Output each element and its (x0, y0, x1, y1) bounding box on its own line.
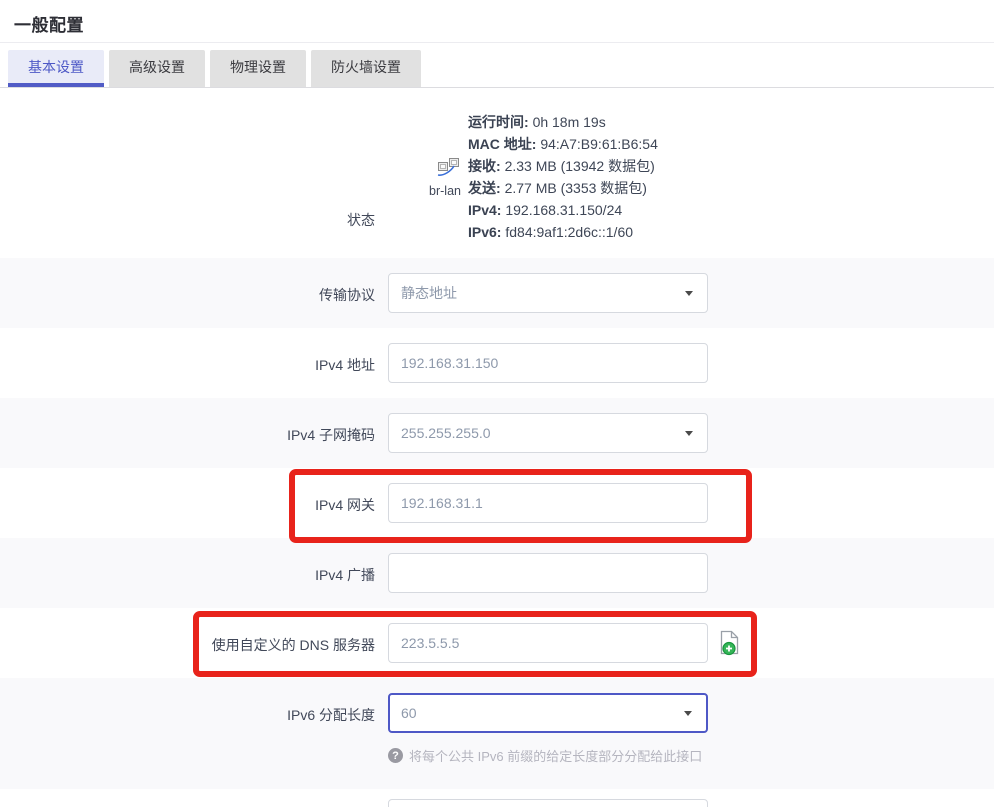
field-row-dns: 使用自定义的 DNS 服务器 (0, 608, 994, 678)
field-row-protocol: 传输协议 静态地址 (0, 258, 994, 328)
add-dns-entry-button[interactable] (718, 630, 741, 657)
ipv6-assignment-select-value: 60 (401, 705, 417, 721)
tab-advanced-settings[interactable]: 高级设置 (109, 50, 205, 87)
chevron-down-icon (685, 291, 693, 296)
field-row-ipv4-broadcast: IPv4 广播 (0, 538, 994, 608)
ipv4-gateway-label: IPv4 网关 (0, 468, 375, 538)
ipv6-assignment-select[interactable]: 60 (388, 693, 708, 733)
ipv4-broadcast-label: IPv4 广播 (0, 538, 375, 608)
add-icon (718, 645, 741, 660)
status-line-ipv4: IPv4: 192.168.31.150/24 (468, 199, 658, 221)
chevron-down-icon (684, 711, 692, 716)
general-configuration-page: 一般配置 基本设置 高级设置 物理设置 防火墙设置 状态 br-lan (0, 0, 994, 807)
next-field-input[interactable] (388, 799, 708, 807)
netmask-select[interactable]: 255.255.255.0 (388, 413, 708, 453)
dns-label: 使用自定义的 DNS 服务器 (0, 608, 375, 678)
ipv4-address-label: IPv4 地址 (0, 328, 375, 398)
interface-name: br-lan (429, 184, 461, 198)
status-label: 状态 (0, 210, 375, 258)
field-row-ipv6-assignment: IPv6 分配长度 60 ? 将每个公共 IPv6 前缀的给定长度部分分配给此接… (0, 678, 994, 789)
interface-device: br-lan (388, 157, 468, 198)
tab-bar: 基本设置 高级设置 物理设置 防火墙设置 (0, 43, 994, 88)
field-row-ipv4-gateway: IPv4 网关 (0, 468, 994, 538)
field-row-netmask: IPv4 子网掩码 255.255.255.0 (0, 398, 994, 468)
chevron-down-icon (685, 431, 693, 436)
help-icon: ? (388, 748, 403, 763)
page-header: 一般配置 (0, 0, 994, 43)
status-lines: 运行时间: 0h 18m 19s MAC 地址: 94:A7:B9:61:B6:… (468, 111, 658, 243)
tab-physical-settings[interactable]: 物理设置 (210, 50, 306, 87)
status-line-rx: 接收: 2.33 MB (13942 数据包) (468, 155, 658, 177)
protocol-select-value: 静态地址 (401, 283, 457, 303)
ipv4-broadcast-input[interactable] (388, 553, 708, 593)
ipv4-gateway-input[interactable] (388, 483, 708, 523)
status-content: br-lan 运行时间: 0h 18m 19s MAC 地址: 94:A7:B9… (388, 88, 658, 258)
netmask-label: IPv4 子网掩码 (0, 398, 375, 468)
protocol-label: 传输协议 (0, 258, 375, 328)
status-line-ipv6: IPv6: fd84:9af1:2d6c::1/60 (468, 221, 658, 243)
bridge-icon (435, 157, 461, 182)
dns-server-input[interactable] (388, 623, 708, 663)
netmask-select-value: 255.255.255.0 (401, 425, 491, 441)
status-line-tx: 发送: 2.77 MB (3353 数据包) (468, 177, 658, 199)
ipv4-address-input[interactable] (388, 343, 708, 383)
status-line-mac: MAC 地址: 94:A7:B9:61:B6:54 (468, 133, 658, 155)
field-help-text: 将每个公共 IPv6 前缀的给定长度部分分配给此接口 (409, 746, 702, 765)
status-line-uptime: 运行时间: 0h 18m 19s (468, 111, 658, 133)
protocol-select[interactable]: 静态地址 (388, 273, 708, 313)
field-row-ipv4-address: IPv4 地址 (0, 328, 994, 398)
tab-basic-settings[interactable]: 基本设置 (8, 50, 104, 87)
field-help: ? 将每个公共 IPv6 前缀的给定长度部分分配给此接口 (388, 746, 708, 765)
page-title: 一般配置 (0, 0, 994, 36)
ipv6-assignment-label: IPv6 分配长度 (0, 678, 375, 765)
status-row: 状态 br-lan 运行时间: 0h 18m 19s MAC 地址: 94:A7… (0, 88, 994, 258)
field-row-next-partial (0, 789, 994, 807)
tab-firewall-settings[interactable]: 防火墙设置 (311, 50, 421, 87)
